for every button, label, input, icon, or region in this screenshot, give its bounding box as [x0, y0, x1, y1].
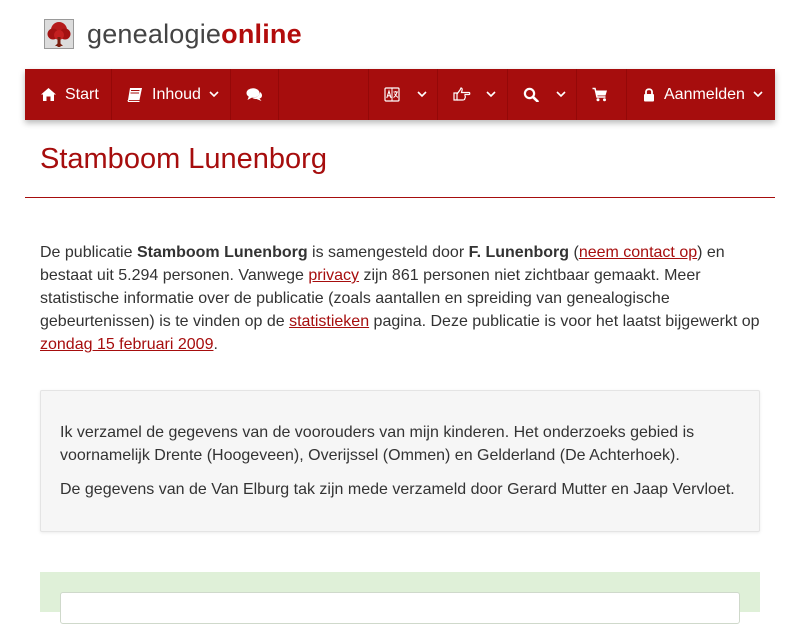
page-title: Stamboom Lunenborg [40, 143, 327, 175]
statistics-link[interactable]: statistieken [289, 313, 369, 330]
description-paragraph: De gegevens van de Van Elburg tak zijn m… [60, 481, 735, 498]
last-updated-date-link[interactable]: zondag 15 februari 2009 [40, 336, 213, 353]
cart-icon [592, 87, 610, 103]
nav-login[interactable]: Aanmelden [643, 69, 763, 120]
intro-text: De publicatie [40, 244, 137, 261]
nav-language[interactable] [384, 69, 427, 120]
search-icon [523, 87, 541, 103]
author-name: F. Lunenborg [468, 244, 570, 261]
search-panel [40, 572, 760, 624]
nav-login-label: Aanmelden [664, 85, 745, 103]
nav-inhoud-label: Inhoud [152, 85, 201, 103]
publication-description: Ik verzamel de gegevens van de voorouder… [40, 390, 760, 532]
description-paragraph: Ik verzamel de gegevens van de voorouder… [60, 424, 695, 464]
nav-start[interactable]: Start [40, 69, 99, 120]
main-navbar: Start Inhoud Aanmelden [25, 69, 775, 120]
nav-start-label: Start [65, 85, 99, 103]
nav-forum[interactable] [246, 69, 271, 120]
nav-search[interactable] [523, 69, 566, 120]
chevron-down-icon [417, 91, 427, 98]
intro-text: ( [569, 244, 579, 261]
publication-name: Stamboom Lunenborg [136, 244, 308, 261]
hand-pointer-icon [453, 86, 471, 103]
contact-link[interactable]: neem contact op [579, 244, 697, 261]
brand-bold: online [221, 19, 302, 49]
comments-icon [246, 87, 264, 103]
intro-text: . [213, 336, 218, 353]
book-icon [127, 87, 145, 103]
site-logo[interactable]: genealogieonline [44, 18, 302, 50]
site-brand: genealogieonline [87, 18, 302, 50]
nav-cart[interactable] [592, 69, 617, 120]
title-divider [25, 197, 775, 198]
chevron-down-icon [486, 91, 496, 98]
home-icon [40, 87, 58, 103]
lock-icon [643, 87, 656, 103]
intro-text: is samengesteld door [307, 244, 469, 261]
tree-icon [44, 19, 74, 49]
brand-light: genealogie [87, 19, 222, 49]
chevron-down-icon [753, 91, 763, 98]
chevron-down-icon [556, 91, 566, 98]
nav-point[interactable] [453, 69, 496, 120]
publication-intro: De publicatie Stamboom Lunenborg is same… [40, 241, 768, 356]
nav-inhoud[interactable]: Inhoud [127, 69, 219, 120]
chevron-down-icon [209, 91, 219, 98]
language-icon [384, 86, 402, 103]
search-panel-field[interactable] [60, 592, 740, 624]
intro-text: pagina. Deze publicatie is voor het laat… [369, 313, 760, 330]
privacy-link[interactable]: privacy [308, 267, 359, 284]
